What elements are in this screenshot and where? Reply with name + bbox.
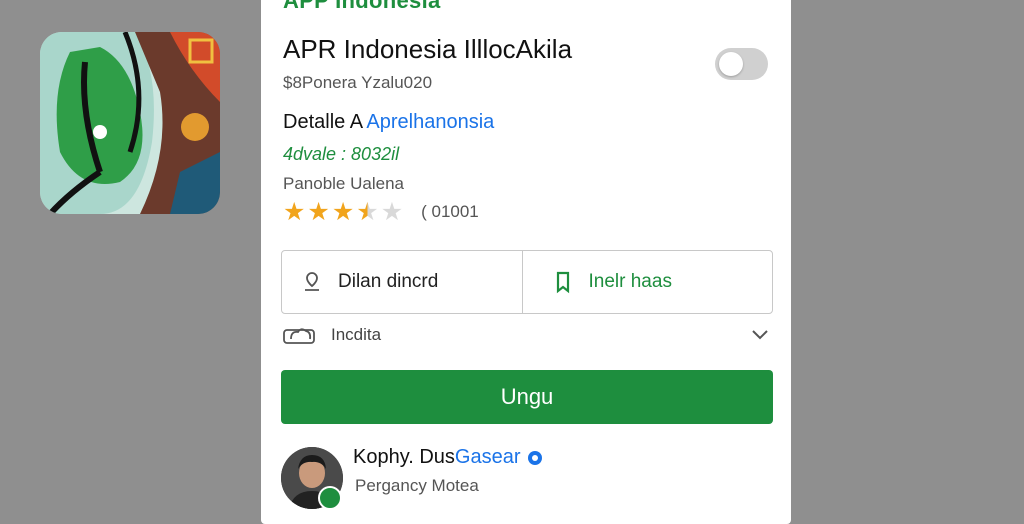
app-icon[interactable] bbox=[40, 32, 220, 214]
action-button-group: Dilan dincrd Inelr haas bbox=[281, 250, 773, 314]
bookmark-icon bbox=[556, 271, 569, 294]
info-expander[interactable]: Incdita bbox=[283, 320, 769, 350]
bookmark-button-label: Inelr haas bbox=[588, 271, 672, 292]
toggle-switch[interactable] bbox=[715, 48, 768, 80]
rating-row: ★ ★ ★ ★ ★ ( 01001 bbox=[283, 198, 479, 226]
app-detail-panel: APP Indonesia APR Indonesia IlllocAkila … bbox=[261, 0, 791, 524]
star-icon: ★ bbox=[283, 198, 306, 226]
developer-name-accent: Gasear bbox=[454, 446, 521, 468]
star-icon: ★ bbox=[331, 198, 355, 226]
verified-icon bbox=[527, 450, 542, 465]
location-button[interactable]: Dilan dincrd bbox=[282, 251, 522, 313]
cloud-icon bbox=[283, 328, 315, 344]
rating-count: ( 01001 bbox=[421, 202, 479, 221]
detail-prefix: Detalle A bbox=[283, 111, 362, 133]
bookmark-button[interactable]: Inelr haas bbox=[521, 251, 773, 313]
pin-icon bbox=[305, 272, 319, 291]
toggle-knob bbox=[719, 52, 743, 76]
page-title: APP Indonesia bbox=[283, 0, 441, 13]
star-icon: ★ bbox=[356, 198, 379, 226]
developer-name-prefix: Kophy. Dus bbox=[353, 446, 455, 468]
publisher-label: $8Ponera Yzalu020 bbox=[283, 73, 433, 92]
developer-name[interactable]: Kophy. Dus Gasear bbox=[353, 446, 543, 469]
star-rating: ★ ★ ★ ★ ★ bbox=[283, 198, 404, 226]
location-button-label: Dilan dincrd bbox=[338, 271, 439, 292]
detail-line: Detalle A Aprelhanonsia bbox=[283, 111, 494, 134]
star-icon: ★ bbox=[380, 198, 404, 226]
avatar-badge bbox=[318, 486, 342, 510]
developer-subtitle: Pergancy Motea bbox=[355, 476, 479, 495]
star-icon: ★ bbox=[307, 198, 330, 226]
meta-info: 4dvale : 8032il bbox=[283, 144, 400, 164]
primary-button[interactable]: Ungu bbox=[281, 370, 773, 424]
chevron-down-icon bbox=[752, 330, 768, 340]
category-label: Panoble Ualena bbox=[283, 174, 404, 193]
detail-link[interactable]: Aprelhanonsia bbox=[366, 111, 494, 133]
app-name: APR Indonesia IlllocAkila bbox=[283, 34, 573, 64]
info-label: Incdita bbox=[331, 325, 382, 344]
